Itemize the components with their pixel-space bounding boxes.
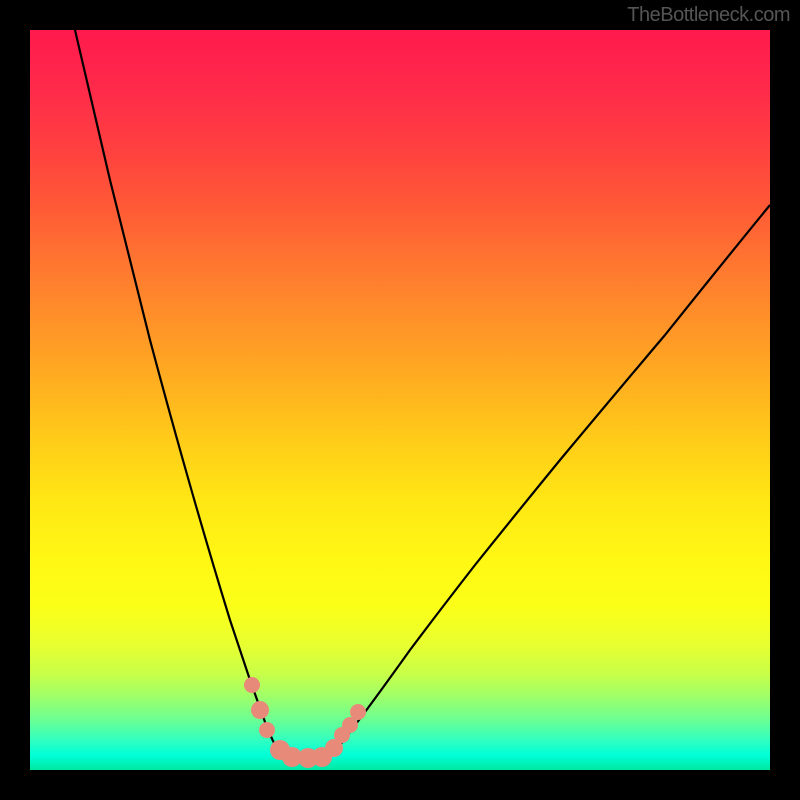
- chart-frame: TheBottleneck.com: [0, 0, 800, 800]
- curve-layer: [30, 30, 770, 770]
- marker-group: [244, 677, 366, 768]
- marker-dot: [251, 701, 269, 719]
- left-curve: [75, 30, 285, 758]
- right-curve: [325, 205, 770, 758]
- marker-dot: [350, 704, 366, 720]
- watermark-text: TheBottleneck.com: [627, 4, 790, 27]
- marker-dot: [244, 677, 260, 693]
- plot-area: [30, 30, 770, 770]
- marker-dot: [259, 722, 275, 738]
